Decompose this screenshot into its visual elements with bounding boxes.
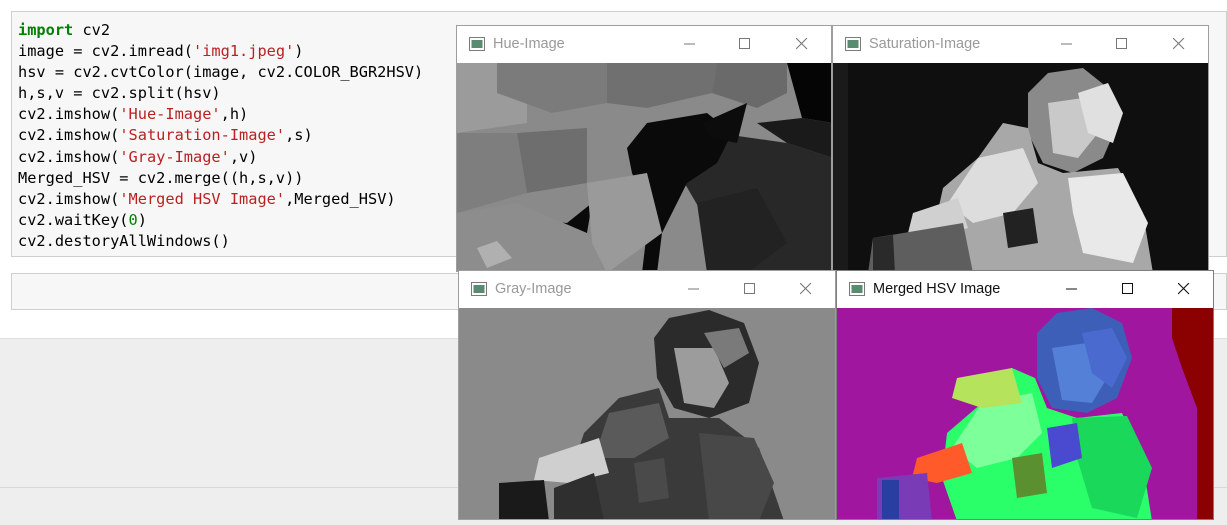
code-token: cv2.imshow( <box>18 189 120 208</box>
window-title: Gray-Image <box>495 281 572 297</box>
maximize-button[interactable] <box>1105 271 1151 308</box>
code-token: import <box>18 21 74 39</box>
code-token: 'Saturation-Image' <box>119 126 286 145</box>
window-app-icon <box>469 37 485 51</box>
code-token: ,s) <box>285 126 313 145</box>
window-title: Merged HSV Image <box>873 281 1001 297</box>
minimize-button[interactable] <box>1049 271 1095 308</box>
code-editor[interactable]: import cv2 image = cv2.imread('img1.jpeg… <box>18 20 423 252</box>
window-title: Saturation-Image <box>869 36 981 52</box>
code-line: Merged_HSV = cv2.merge((h,s,v)) <box>18 169 304 187</box>
window-title: Hue-Image <box>493 36 565 52</box>
code-line: cv2.waitKey(0) <box>18 211 147 229</box>
code-token: ,v) <box>229 147 258 166</box>
code-token: cv2.imshow( <box>18 126 120 145</box>
code-token: ) <box>137 210 147 229</box>
hue-image-window[interactable]: Hue-Image <box>456 25 832 272</box>
close-icon <box>1173 38 1185 50</box>
window-app-icon <box>471 282 487 296</box>
code-token: 'img1.jpeg' <box>192 42 295 61</box>
minimize-icon <box>1066 288 1077 290</box>
gray-image-window[interactable]: Gray-Image <box>458 270 836 520</box>
code-line: cv2.imshow('Merged HSV Image',Merged_HSV… <box>18 190 396 208</box>
window-app-icon <box>849 282 865 296</box>
code-line: cv2.imshow('Gray-Image',v) <box>18 148 257 166</box>
gray-image <box>459 308 835 519</box>
close-button[interactable] <box>783 271 829 308</box>
minimize-button[interactable] <box>1044 26 1090 63</box>
code-token: 'Hue-Image' <box>119 105 221 124</box>
maximize-icon <box>1122 283 1133 294</box>
maximize-icon <box>739 38 750 49</box>
maximize-icon <box>744 283 755 294</box>
close-icon <box>1178 283 1190 295</box>
code-token: 'Gray-Image' <box>119 147 230 166</box>
code-token: hsv = cv2.cvtColor(image, cv2.COLOR_BGR2… <box>18 63 424 82</box>
code-line: hsv = cv2.cvtColor(image, cv2.COLOR_BGR2… <box>18 63 423 81</box>
close-button[interactable] <box>1156 26 1202 63</box>
minimize-button[interactable] <box>671 271 717 308</box>
maximize-icon <box>1116 38 1127 49</box>
minimize-icon <box>684 43 695 45</box>
code-token: h,s,v = cv2.split(hsv) <box>18 84 221 103</box>
code-line: cv2.imshow('Saturation-Image',s) <box>18 126 313 144</box>
maximize-button[interactable] <box>727 271 773 308</box>
code-token: image = cv2.imread( <box>18 42 193 61</box>
code-token: ,Merged_HSV) <box>285 189 396 208</box>
code-token: 'Merged HSV Image' <box>119 189 286 208</box>
saturation-image-window[interactable]: Saturation-Image <box>832 25 1209 272</box>
hue-image <box>457 63 831 271</box>
minimize-icon <box>1061 43 1072 45</box>
code-token: cv2.imshow( <box>18 147 120 166</box>
close-icon <box>796 38 808 50</box>
code-token: ,h) <box>220 105 249 124</box>
maximize-button[interactable] <box>722 26 768 63</box>
minimize-icon <box>688 288 699 290</box>
code-line: cv2.destoryAllWindows() <box>18 232 230 250</box>
title-bar[interactable]: Saturation-Image <box>833 26 1208 63</box>
merged-hsv-image <box>837 308 1213 519</box>
window-app-icon <box>845 37 861 51</box>
code-token: cv2.imshow( <box>18 105 120 124</box>
close-button[interactable] <box>1161 271 1207 308</box>
title-bar[interactable]: Hue-Image <box>457 26 831 63</box>
merged-hsv-image-window[interactable]: Merged HSV Image <box>836 270 1214 520</box>
saturation-image <box>833 63 1208 271</box>
code-line: cv2.imshow('Hue-Image',h) <box>18 105 248 123</box>
code-token: ) <box>294 42 304 61</box>
minimize-button[interactable] <box>667 26 713 63</box>
code-line: h,s,v = cv2.split(hsv) <box>18 84 221 102</box>
close-icon <box>800 283 812 295</box>
code-token: cv2 <box>73 21 111 39</box>
close-button[interactable] <box>779 26 825 63</box>
code-line: image = cv2.imread('img1.jpeg') <box>18 42 304 60</box>
title-bar[interactable]: Merged HSV Image <box>837 271 1213 308</box>
code-token: Merged_HSV = cv2.merge((h,s,v)) <box>18 168 304 187</box>
title-bar[interactable]: Gray-Image <box>459 271 835 308</box>
code-token: cv2.waitKey( <box>18 210 129 229</box>
code-token: 0 <box>128 210 138 229</box>
code-token: cv2.destoryAllWindows() <box>18 231 230 250</box>
code-line: import cv2 <box>18 21 110 39</box>
maximize-button[interactable] <box>1099 26 1145 63</box>
